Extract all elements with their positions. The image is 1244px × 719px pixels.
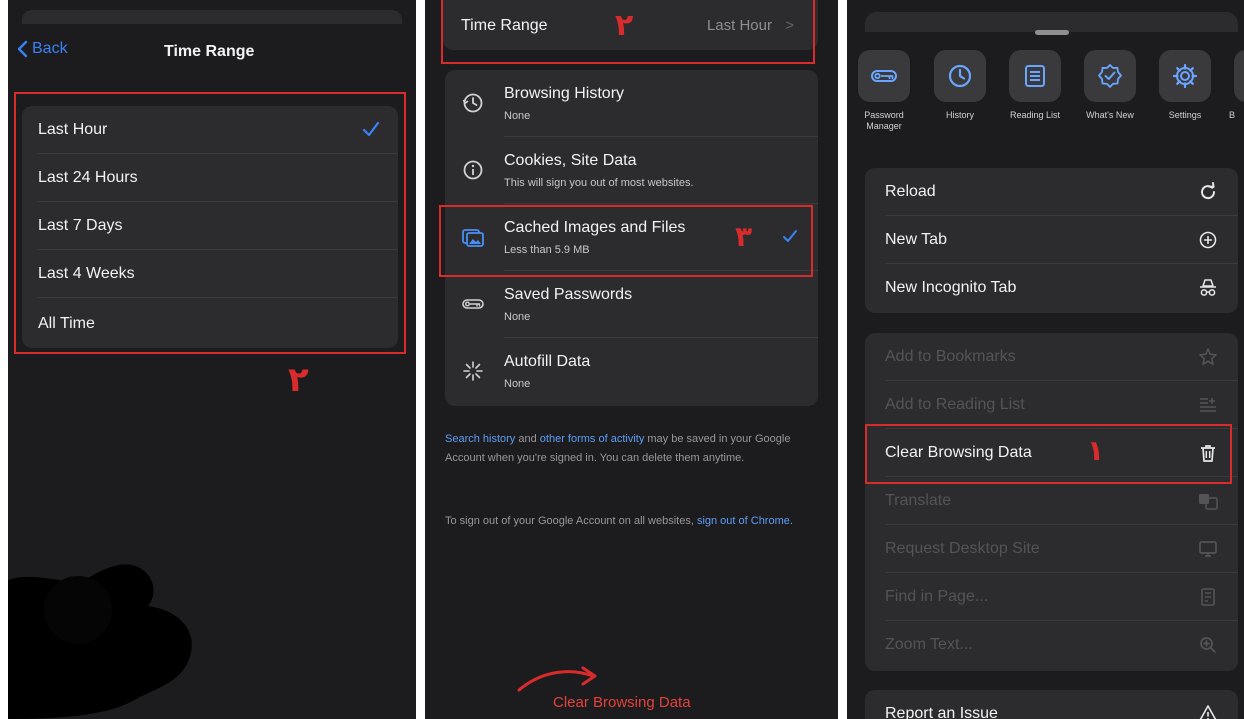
quick-action-tile <box>1009 50 1061 102</box>
warning-icon <box>1199 705 1217 719</box>
quick-action-label: Settings <box>1168 110 1202 120</box>
quick-action-tile <box>1084 50 1136 102</box>
key-icon <box>462 299 484 309</box>
menu-group-page-actions: Add to Bookmarks Add to Reading List Cle… <box>865 333 1238 671</box>
sign-out-of-chrome-link[interactable]: sign out of Chrome <box>697 515 790 527</box>
account-activity-note: Search history and other forms of activi… <box>445 430 817 468</box>
desktop-icon <box>1199 541 1217 557</box>
menu-item-request-desktop-site[interactable]: Request Desktop Site <box>865 525 1238 573</box>
redacted-area <box>8 564 192 719</box>
menu-item-new-incognito-tab[interactable]: New Incognito Tab <box>865 264 1238 312</box>
quick-action-tile <box>1234 50 1244 102</box>
incognito-icon <box>1200 279 1216 296</box>
clear-browsing-data-button[interactable]: Clear Browsing Data <box>553 694 691 711</box>
annotation-step-number: ٢ <box>288 360 309 400</box>
menu-item-add-to-bookmarks[interactable]: Add to Bookmarks <box>865 333 1238 381</box>
item-title: Browsing History <box>504 85 625 102</box>
item-subtitle: None <box>504 311 531 323</box>
quick-action-tile <box>934 50 986 102</box>
plus-circle-icon <box>1199 231 1217 249</box>
history-icon <box>948 64 972 88</box>
chevron-left-icon <box>17 40 28 58</box>
item-title: Cookies, Site Data <box>504 152 637 169</box>
menu-item-reload[interactable]: Reload <box>865 168 1238 216</box>
search-history-link[interactable]: Search history <box>445 433 515 445</box>
sheet-top-edge <box>865 12 1238 32</box>
annotation-highlight-box <box>14 92 406 354</box>
menu-item-label: New Incognito Tab <box>885 279 1017 296</box>
sign-out-note: To sign out of your Google Account on al… <box>445 512 817 531</box>
autofill-data-item[interactable]: Autofill Data None <box>445 338 818 405</box>
item-subtitle: None <box>504 110 531 122</box>
history-icon <box>462 93 483 113</box>
key-icon <box>871 70 897 82</box>
note-text: To sign out of your Google Account on al… <box>445 515 697 527</box>
quick-action-whats-new[interactable]: What's New <box>1075 50 1145 121</box>
annotation-step-number: ٣ <box>735 220 753 253</box>
reading-list-icon <box>1025 65 1045 87</box>
back-label: Back <box>32 40 68 57</box>
annotation-highlight-box <box>439 205 813 277</box>
menu-item-label: Reload <box>885 183 936 200</box>
sheet-grabber[interactable] <box>1035 30 1069 35</box>
menu-group-help: Report an Issue <box>865 690 1238 719</box>
translate-icon <box>1199 494 1218 510</box>
item-subtitle: This will sign you out of most websites. <box>504 177 694 189</box>
menu-item-label: Request Desktop Site <box>885 540 1040 557</box>
star-icon <box>1199 348 1217 366</box>
menu-item-label: Add to Reading List <box>885 396 1025 413</box>
zoom-icon <box>1200 637 1216 653</box>
quick-action-settings[interactable]: Settings <box>1150 50 1220 121</box>
quick-action-tile <box>858 50 910 102</box>
menu-item-label: Find in Page... <box>885 588 989 605</box>
menu-item-translate[interactable]: Translate <box>865 477 1238 525</box>
clear-browsing-data-screen: Time Range Last Hour > ٢ Browsing Histor… <box>425 0 838 719</box>
reading-list-add-icon <box>1200 398 1216 412</box>
browsing-history-item[interactable]: Browsing History None <box>445 70 818 137</box>
quick-action-tile <box>1159 50 1211 102</box>
quick-action-history[interactable]: History <box>925 50 995 121</box>
quick-action-bookmarks[interactable]: B <box>1225 50 1244 121</box>
other-activity-link[interactable]: other forms of activity <box>540 433 645 445</box>
find-in-page-icon <box>1201 588 1215 606</box>
menu-item-label: New Tab <box>885 231 947 248</box>
quick-action-label: History <box>945 110 974 120</box>
annotation-step-number: ٢ <box>615 8 634 43</box>
quick-action-label: B <box>1229 110 1236 120</box>
note-text: and <box>515 433 540 445</box>
cookies-site-data-item[interactable]: Cookies, Site Data This will sign you ou… <box>445 137 818 204</box>
menu-item-label: Report an Issue <box>885 705 998 719</box>
gear-icon <box>1172 63 1198 89</box>
annotation-step-number: ١ <box>1087 434 1105 467</box>
time-range-screen: Back Time Range Last Hour Last 24 Hours … <box>8 0 416 719</box>
menu-item-label: Translate <box>885 492 952 509</box>
quick-action-reading-list[interactable]: Reading List <box>1000 50 1070 121</box>
item-title: Saved Passwords <box>504 286 633 303</box>
sparkle-icon <box>463 361 483 381</box>
menu-item-zoom-text[interactable]: Zoom Text... <box>865 621 1238 669</box>
note-text: . <box>789 515 793 527</box>
quick-action-password-manager[interactable]: Password Manager <box>849 50 919 132</box>
menu-item-label: Add to Bookmarks <box>885 348 1016 365</box>
annotation-highlight-box <box>865 424 1232 484</box>
page-title: Time Range <box>164 43 255 60</box>
reload-icon <box>1201 182 1216 200</box>
menu-item-find-in-page[interactable]: Find in Page... <box>865 573 1238 621</box>
badge-check-icon <box>1098 64 1122 88</box>
menu-item-new-tab[interactable]: New Tab <box>865 216 1238 264</box>
quick-action-label: Reading List <box>1009 110 1061 120</box>
item-title: Autofill Data <box>504 353 591 370</box>
saved-passwords-item[interactable]: Saved Passwords None <box>445 271 818 338</box>
menu-group-tabs: Reload New Tab New Incognito Tab <box>865 168 1238 313</box>
menu-item-label: Zoom Text... <box>885 636 973 653</box>
chrome-menu-sheet: Password Manager History Reading List Wh… <box>847 0 1244 719</box>
quick-action-label: What's New <box>1086 110 1134 120</box>
menu-item-report-issue[interactable]: Report an Issue <box>865 690 1238 719</box>
info-icon <box>463 160 483 180</box>
item-subtitle: None <box>504 378 531 390</box>
quick-action-label: Password Manager <box>864 110 904 131</box>
menu-item-add-to-reading-list[interactable]: Add to Reading List <box>865 381 1238 429</box>
back-button[interactable]: Back <box>16 40 68 58</box>
